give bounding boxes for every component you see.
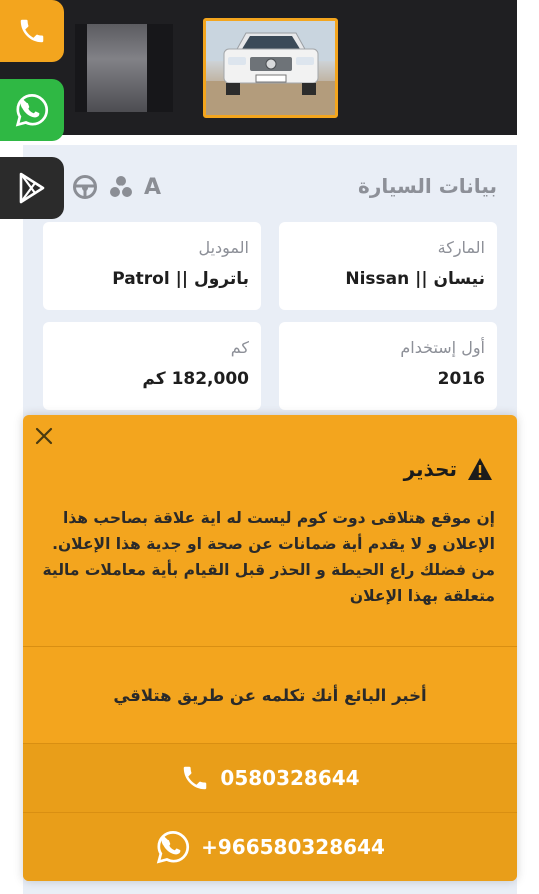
field-brand: الماركة نيسان || Nissan	[279, 222, 497, 310]
whatsapp-button[interactable]	[0, 79, 64, 141]
whatsapp-icon	[156, 831, 190, 864]
field-model: الموديل باترول || Patrol	[43, 222, 261, 310]
field-value: 182,000 كم	[142, 369, 249, 389]
field-label: كم	[230, 338, 249, 357]
google-play-button[interactable]	[0, 157, 64, 219]
field-value: باترول || Patrol	[112, 269, 249, 289]
transmission-a-icon: A	[144, 174, 162, 200]
phone-icon	[20, 19, 44, 43]
tell-seller-text: أخبر البائع أنك تكلمه عن طريق هتلاقي	[113, 685, 427, 705]
whatsapp-number: +966580328644	[201, 835, 385, 859]
car-photo	[87, 24, 147, 112]
section-title: بيانات السيارة	[358, 174, 497, 198]
phone-number: 0580328644	[220, 766, 360, 790]
fuel-icon	[110, 176, 132, 197]
field-km: كم 182,000 كم	[43, 322, 261, 410]
whatsapp-contact-button[interactable]: +966580328644	[23, 813, 517, 881]
call-button[interactable]	[0, 0, 64, 62]
warning-text: إن موقع هتلاقى دوت كوم ليست له اية علاقة…	[42, 509, 496, 605]
phone-icon	[184, 766, 207, 790]
field-label: الماركة	[437, 238, 485, 257]
gallery-thumbnail-active[interactable]	[203, 18, 338, 118]
field-label: أول إستخدام	[400, 338, 485, 357]
image-gallery	[0, 0, 517, 135]
field-value: 2016	[437, 369, 485, 389]
gallery-thumbnail[interactable]	[75, 24, 173, 112]
warning-modal: تحذير إن موقع هتلاقى دوت كوم ليست له اية…	[23, 415, 517, 881]
warning-triangle-icon	[468, 458, 492, 480]
warning-heading: تحذير	[404, 457, 493, 481]
field-label: الموديل	[198, 238, 249, 257]
warning-title: تحذير	[403, 457, 457, 481]
field-value: نيسان || Nissan	[345, 269, 485, 289]
car-photo	[206, 21, 335, 115]
close-icon[interactable]	[33, 425, 55, 447]
steering-wheel-icon	[73, 175, 97, 199]
google-play-icon	[19, 172, 45, 204]
phone-call-button[interactable]: 0580328644	[23, 744, 517, 812]
field-first-use: أول إستخدام 2016	[279, 322, 497, 410]
whatsapp-icon	[15, 94, 49, 127]
